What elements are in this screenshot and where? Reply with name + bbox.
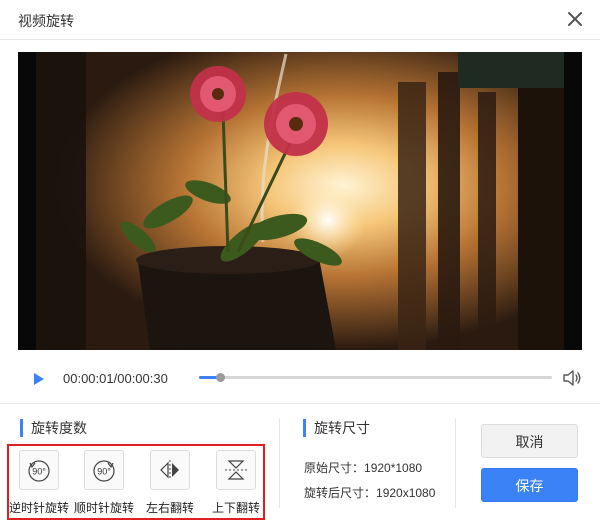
- volume-icon[interactable]: [562, 369, 582, 387]
- rotate-ccw-label: 逆时针旋转: [8, 501, 69, 515]
- rotation-section-title: 旋转度数: [20, 419, 87, 437]
- svg-text:90°: 90°: [32, 467, 46, 477]
- flip-vertical-label: 上下翻转: [211, 501, 260, 515]
- close-icon[interactable]: [566, 10, 584, 28]
- flip-horizontal-button[interactable]: 左右翻转: [137, 450, 203, 516]
- player-controls: 00:00:01/00:00:30: [0, 360, 600, 396]
- original-size-value: 1920*1080: [364, 461, 423, 475]
- vertical-divider: [279, 418, 280, 508]
- flip-vertical-icon: [216, 450, 256, 490]
- progress-thumb[interactable]: [216, 373, 226, 382]
- title-bar: 视频旋转: [0, 0, 600, 40]
- duration: 00:00:30: [117, 371, 168, 386]
- play-icon[interactable]: [33, 372, 45, 386]
- original-size: 原始尺寸：1920*1080: [304, 459, 422, 476]
- rotate-cw-90-icon: 90°: [84, 450, 124, 490]
- flip-horizontal-icon: [150, 450, 190, 490]
- save-button[interactable]: 保存: [481, 468, 578, 502]
- flip-horizontal-label: 左右翻转: [145, 501, 194, 515]
- vertical-divider: [455, 418, 456, 508]
- flip-vertical-button[interactable]: 上下翻转: [203, 450, 269, 516]
- rotated-size-label: 旋转后尺寸：: [304, 486, 377, 500]
- size-section-title: 旋转尺寸: [303, 419, 370, 437]
- original-size-label: 原始尺寸：: [304, 461, 365, 475]
- current-time: 00:00:01: [63, 371, 114, 386]
- rotated-size: 旋转后尺寸：1920x1080: [304, 484, 435, 501]
- svg-text:90°: 90°: [97, 467, 111, 477]
- time-display: 00:00:01/00:00:30: [63, 371, 168, 386]
- rotated-size-value: 1920x1080: [376, 486, 436, 500]
- rotate-ccw-90-icon: 90°: [19, 450, 59, 490]
- video-frame: [18, 52, 582, 350]
- progress-slider[interactable]: [199, 373, 552, 382]
- cancel-button[interactable]: 取消: [481, 424, 578, 458]
- rotate-ccw-button[interactable]: 90° 逆时针旋转: [6, 450, 72, 516]
- dialog-title: 视频旋转: [18, 13, 74, 29]
- rotate-cw-button[interactable]: 90° 顺时针旋转: [71, 450, 137, 516]
- section-divider: [0, 403, 600, 404]
- video-preview: [18, 52, 582, 350]
- rotate-cw-label: 顺时针旋转: [73, 501, 134, 515]
